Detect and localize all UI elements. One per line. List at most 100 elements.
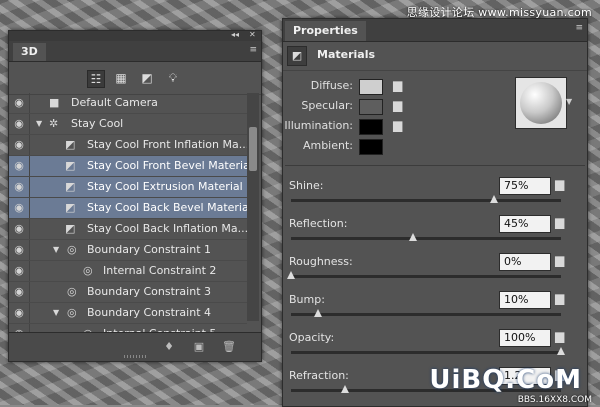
diffuse-label: Diffuse: [310,79,353,92]
slider-thumb[interactable] [341,385,349,393]
visibility-eye-icon[interactable]: ◉ [9,303,30,323]
tree-row-material[interactable]: ◉ ◩ Stay Cool Front Inflation Ma... [9,135,247,156]
slider-track[interactable] [291,313,561,316]
tree-scrollbar[interactable] [247,93,259,321]
visibility-eye-icon[interactable]: ◉ [9,219,30,239]
material-icon: ◩ [287,46,307,66]
material-icon: ◩ [65,159,76,172]
expand-triangle-icon[interactable]: ▼ [53,303,59,323]
visibility-eye-icon[interactable]: ◉ [9,198,30,218]
properties-title: Materials [317,48,376,61]
panel-menu-icon[interactable]: ≡ [249,45,257,55]
scene-tree: ◉ ■ Default Camera ◉ ▼ ✲ Stay Cool ◉ ◩ S… [9,93,247,345]
slider-track[interactable] [291,351,561,354]
tree-row-material[interactable]: ◉ ◩ Stay Cool Back Bevel Material [9,198,247,219]
tree-row-material[interactable]: ◉ ◩ Stay Cool Front Bevel Material [9,156,247,177]
visibility-eye-icon[interactable]: ◉ [9,240,30,260]
visibility-eye-icon[interactable]: ◉ [9,93,30,113]
visibility-eye-icon[interactable]: ◉ [9,135,30,155]
illumination-color-swatch[interactable] [359,119,383,135]
tree-row-constraint[interactable]: ◉ ▼ ◎ Boundary Constraint 1 [9,240,247,261]
material-icon: ◩ [65,180,76,193]
sphere-ball [520,82,562,124]
folder-icon[interactable]: ▆ [555,291,564,305]
tab-properties[interactable]: Properties [285,21,366,41]
scene-icon: ✲ [49,117,59,130]
tree-row-constraint[interactable]: ◉ ◎ Internal Constraint 2 [9,261,247,282]
scrollbar-thumb[interactable] [249,127,257,171]
tree-row-constraint[interactable]: ◉ ▼ ◎ Boundary Constraint 4 [9,303,247,324]
shine-label: Shine: [289,179,324,192]
slider-thumb[interactable] [408,233,417,241]
ambient-color-swatch[interactable] [359,139,383,155]
folder-icon[interactable]: ▆ [393,118,402,132]
panel-3d-titlebar[interactable]: ◂◂ ✕ [9,30,261,41]
collapse-icon[interactable]: ◂◂ [231,30,239,39]
roughness-input[interactable]: 0% [499,253,551,271]
reflection-input[interactable]: 45% [499,215,551,233]
add-light-icon[interactable]: ♦ [161,339,177,355]
filter-toolbar: ☷ ▦ ◩ 💡︎ [9,62,261,95]
tree-row-label: Boundary Constraint 3 [87,285,211,298]
slider-track[interactable] [291,237,561,240]
folder-icon[interactable]: ▆ [555,177,564,191]
properties-tabbar: Properties ≡ [283,19,587,42]
visibility-eye-icon[interactable]: ◉ [9,177,30,197]
slider-track[interactable] [291,199,561,202]
resize-grip[interactable] [124,355,148,358]
folder-icon[interactable]: ▆ [555,329,564,343]
tree-row-default-camera[interactable]: ◉ ■ Default Camera [9,93,247,114]
slider-thumb[interactable] [314,309,322,317]
ambient-label: Ambient: [302,139,353,152]
watermark-top: 思缘设计论坛 www.missyuan.com [406,6,592,19]
specular-color-swatch[interactable] [359,99,383,115]
constraint-icon: ◎ [67,306,77,319]
visibility-eye-icon[interactable]: ◉ [9,114,30,134]
folder-icon[interactable]: ▆ [555,253,564,267]
material-icon: ◩ [65,222,76,235]
scene-filter-icon[interactable]: ☷ [87,70,105,88]
tree-row-material[interactable]: ◉ ◩ Stay Cool Extrusion Material [9,177,247,198]
divider [285,165,585,166]
visibility-eye-icon[interactable]: ◉ [9,261,30,281]
opacity-input[interactable]: 100% [499,329,551,347]
tree-row-scene[interactable]: ◉ ▼ ✲ Stay Cool [9,114,247,135]
constraint-icon: ◎ [67,285,77,298]
expand-triangle-icon[interactable]: ▼ [36,114,42,134]
tab-3d[interactable]: 3D [13,43,46,61]
tree-row-material[interactable]: ◉ ◩ Stay Cool Back Inflation Ma... [9,219,247,240]
mesh-filter-icon[interactable]: ▦ [113,70,129,86]
material-filter-icon[interactable]: ◩ [139,70,155,86]
roughness-label: Roughness: [289,255,353,268]
slider-track[interactable] [291,275,561,278]
camera-icon: ■ [49,96,60,109]
tree-row-label: Stay Cool Front Inflation Ma... [87,138,247,151]
close-icon[interactable]: ✕ [249,30,256,39]
slider-reflection: Reflection: 45% ▆ [283,215,587,255]
folder-icon[interactable]: ▆ [555,215,564,229]
light-filter-icon[interactable]: 💡︎ [165,70,181,86]
material-preview-sphere[interactable] [515,77,567,129]
visibility-eye-icon[interactable]: ◉ [9,156,30,176]
reflection-label: Reflection: [289,217,348,230]
render-icon[interactable]: ▣ [191,339,207,355]
tree-row-constraint[interactable]: ◉ ◎ Boundary Constraint 3 [9,282,247,303]
slider-thumb[interactable] [557,347,565,355]
chevron-down-icon[interactable]: ▼ [566,97,572,106]
slider-thumb[interactable] [287,271,295,279]
folder-icon[interactable]: ▆ [393,78,402,92]
bump-input[interactable]: 10% [499,291,551,309]
panel-menu-icon[interactable]: ≡ [575,23,583,33]
expand-triangle-icon[interactable]: ▼ [53,240,59,260]
visibility-eye-icon[interactable]: ◉ [9,282,30,302]
diffuse-color-swatch[interactable] [359,79,383,95]
watermark-logo: UiBQ.CoM [429,365,582,395]
slider-thumb[interactable] [489,195,498,203]
illumination-label: Illumination: [284,119,353,132]
trash-icon[interactable]: 🗑︎ [221,339,237,355]
material-icon: ◩ [65,138,76,151]
panel-3d-tabbar: 3D ≡ [9,41,261,62]
shine-input[interactable]: 75% [499,177,551,195]
folder-icon[interactable]: ▆ [393,98,402,112]
watermark-url: BBS.16XX8.COM [517,395,592,405]
